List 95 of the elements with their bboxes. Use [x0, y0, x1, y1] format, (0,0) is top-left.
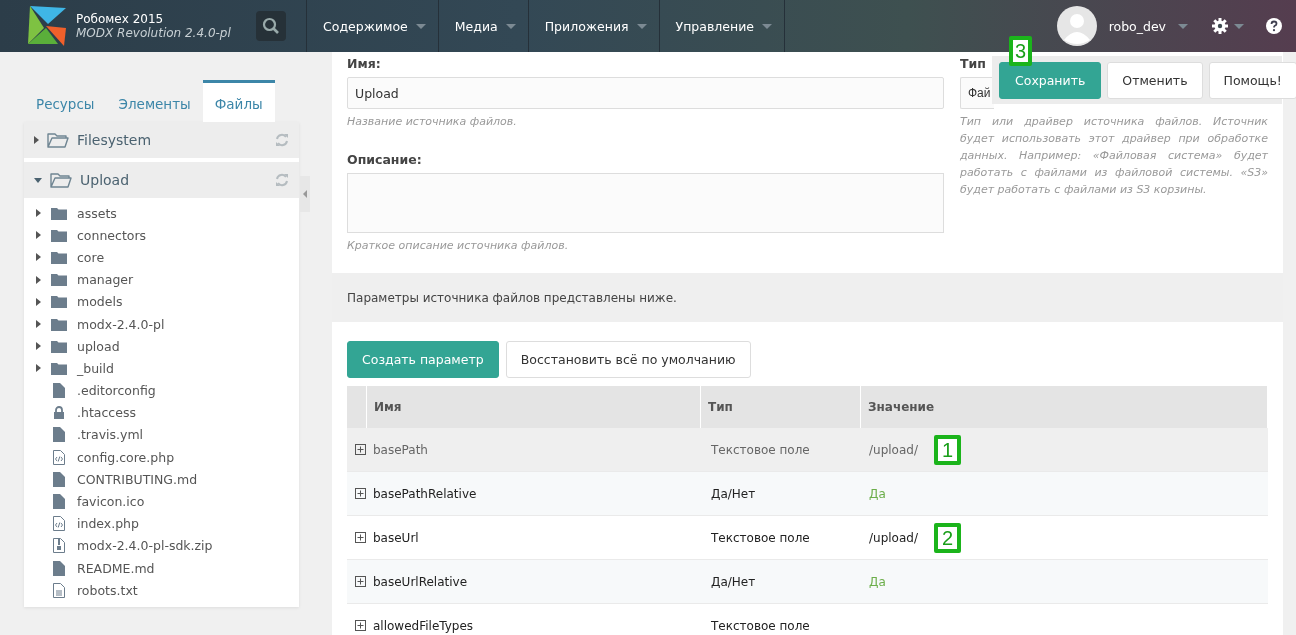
annotation-marker: 2 — [933, 522, 962, 553]
table-row[interactable]: basePathRelative Да/Нет Да — [347, 472, 1268, 516]
table-cell: Да — [869, 486, 886, 501]
table-cell-text: allowedFileTypes — [372, 618, 475, 633]
table-cell-text: Текстовое поле — [710, 618, 811, 633]
help-button[interactable]: Помощь! — [1208, 61, 1296, 99]
folder-icon — [51, 295, 67, 309]
folder-icon — [47, 132, 69, 148]
tree-item[interactable]: README.md — [24, 557, 299, 580]
table-cell-text: baseUrlRelative — [372, 574, 469, 589]
table-cell: /upload/ — [869, 530, 918, 545]
field-label: Тип — [960, 56, 986, 71]
cancel-button[interactable]: Отменить — [1107, 61, 1203, 99]
tree-item[interactable]: .editorconfig — [24, 379, 299, 402]
logo-icon — [28, 6, 66, 46]
tree-item[interactable]: upload — [24, 335, 299, 358]
tree-item[interactable]: .travis.yml — [24, 423, 299, 447]
tree-item[interactable]: models — [24, 290, 299, 313]
tree-item[interactable]: favicon.ico — [24, 490, 299, 513]
field-hint: Краткое описание источника файлов. — [347, 238, 570, 254]
tree-item[interactable]: core — [24, 246, 299, 269]
folder-icon — [51, 206, 67, 220]
file-icon — [51, 427, 67, 443]
file-icon — [51, 560, 67, 576]
tree-item[interactable]: assets — [24, 202, 299, 225]
folder-icon — [51, 228, 67, 242]
tree-item[interactable]: connectors — [24, 224, 299, 247]
reset-defaults-button[interactable]: Восстановить всё по умолчанию — [505, 341, 751, 378]
site-name: Робомех 2015 — [76, 12, 165, 26]
document-icon — [51, 516, 67, 532]
sidebar-tab[interactable]: Элементы — [106, 80, 203, 122]
source-label: Filesystem — [77, 132, 153, 148]
table-cell-text: baseUrl — [372, 530, 420, 545]
field-hint: Тип или драйвер источника файлов. Источник будет использовать этот драйвер при обработке данных. Например: «Файловая система» будет работать с файлами из файловой системы. «S3» будет работать с файлами из S3 корзины. — [960, 114, 1268, 198]
annotation-marker: 3 — [1009, 36, 1033, 66]
table-cell-text: Да/Нет — [710, 486, 757, 501]
type-field[interactable]: Фай — [960, 77, 994, 109]
source-row[interactable]: Upload — [24, 162, 299, 198]
file-icon — [51, 471, 67, 487]
username-menu[interactable]: robo_dev — [1102, 17, 1194, 35]
expand-row-icon[interactable] — [355, 576, 366, 587]
tree-item[interactable]: index.php — [24, 512, 299, 535]
source-row[interactable]: Filesystem — [24, 122, 299, 158]
folder-icon — [50, 172, 72, 188]
table-row[interactable]: baseUrlRelative Да/Нет Да — [347, 560, 1268, 604]
version-text: MODX Revolution 2.4.0-pl — [76, 26, 231, 40]
expand-row-icon[interactable] — [355, 532, 366, 543]
document-icon — [51, 582, 67, 598]
file-icon — [51, 383, 67, 399]
folder-icon — [51, 339, 67, 353]
tree-item[interactable]: _build — [24, 357, 299, 380]
sidebar-tab[interactable]: Ресурсы — [24, 80, 107, 122]
source-label: Upload — [80, 172, 131, 188]
table-cell-text: Текстовое поле — [710, 530, 811, 545]
table-cell-text: Текстовое поле — [710, 442, 811, 457]
folder-icon — [51, 273, 67, 287]
expand-row-icon[interactable] — [355, 620, 366, 631]
table-cell: Да — [869, 574, 886, 589]
folder-icon — [51, 250, 67, 264]
field-label: Имя: — [347, 56, 382, 71]
table-cell-text: basePathRelative — [372, 486, 478, 501]
tree-item[interactable]: .htaccess — [24, 401, 299, 424]
expand-icon[interactable] — [34, 177, 42, 183]
tree-item[interactable]: robots.txt — [24, 579, 299, 602]
name-field[interactable]: Upload — [347, 77, 944, 109]
search-icon[interactable] — [262, 17, 280, 35]
field-label: Описание: — [347, 152, 423, 167]
expand-icon[interactable] — [34, 136, 39, 144]
file-icon — [51, 494, 67, 510]
expand-row-icon[interactable] — [355, 488, 366, 499]
collapse-handle[interactable] — [300, 176, 310, 212]
description-field[interactable] — [347, 173, 944, 233]
field-hint: Название источника файлов. — [347, 114, 518, 130]
tree-item[interactable]: CONTRIBUTING.md — [24, 468, 299, 491]
lock-icon — [51, 406, 67, 420]
tree-item[interactable]: modx-2.4.0-pl-sdk.zip — [24, 534, 299, 557]
avatar-icon[interactable] — [1056, 6, 1097, 46]
table-cell-text: Да/Нет — [710, 574, 757, 589]
settings-icon[interactable] — [1212, 18, 1228, 34]
table-cell-text: basePath — [372, 442, 429, 457]
tree-item[interactable]: config.core.php — [24, 446, 299, 469]
folder-icon — [51, 361, 67, 375]
tree-item[interactable]: manager — [24, 268, 299, 291]
annotation-marker: 1 — [933, 434, 962, 465]
document-icon — [51, 538, 67, 554]
folder-icon — [51, 317, 67, 331]
tree-item[interactable]: modx-2.4.0-pl — [24, 312, 299, 336]
params-note: Параметры источника файлов представлены ниже. — [347, 290, 677, 305]
search-button[interactable] — [256, 11, 286, 41]
help-icon[interactable] — [1266, 18, 1282, 34]
expand-row-icon[interactable] — [355, 444, 366, 455]
sidebar-tab[interactable]: Файлы — [202, 80, 275, 122]
table-row[interactable]: basePath Текстовое поле /upload/ 1 — [347, 428, 1268, 472]
table-cell: /upload/ — [869, 442, 918, 457]
document-icon — [51, 449, 67, 465]
